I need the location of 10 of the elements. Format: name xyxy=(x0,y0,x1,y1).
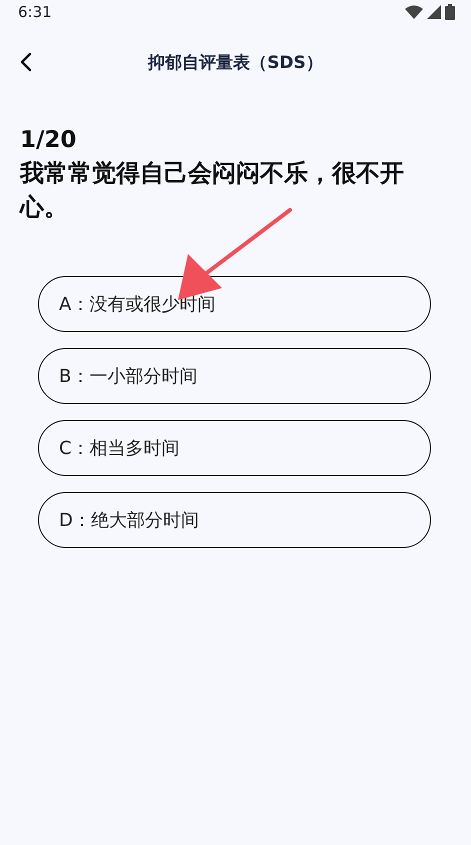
answer-option[interactable]: D：绝大部分时间 xyxy=(38,492,431,548)
wifi-icon xyxy=(405,5,423,19)
answer-option[interactable]: B：一小部分时间 xyxy=(38,348,431,404)
signal-icon xyxy=(427,5,441,19)
answer-option[interactable]: C：相当多时间 xyxy=(38,420,431,476)
status-time: 6:31 xyxy=(18,3,52,21)
question-text: 我常常觉得自己会闷闷不乐，很不开心。 xyxy=(20,158,405,223)
back-icon xyxy=(20,52,32,72)
battery-icon xyxy=(445,4,455,20)
page-title: 抑郁自评量表（SDS） xyxy=(148,52,323,74)
